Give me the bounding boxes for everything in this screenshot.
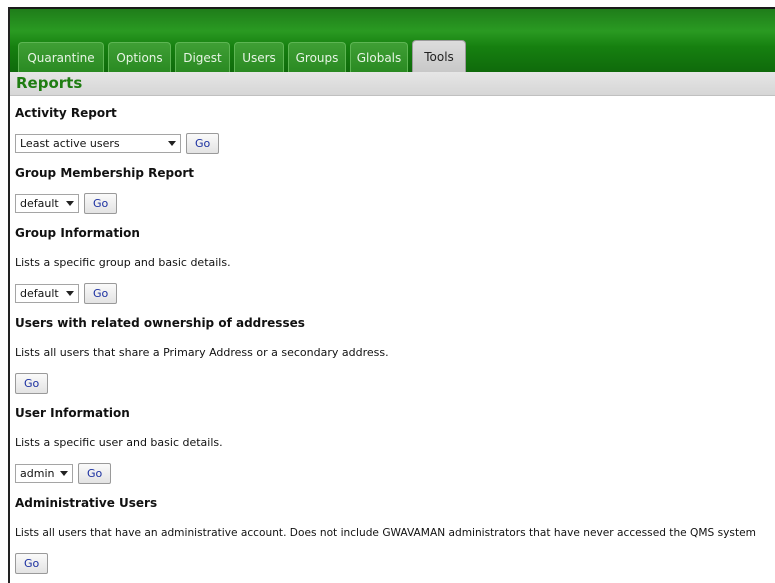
tab-globals[interactable]: Globals (350, 42, 408, 72)
group-information-heading: Group Information (15, 226, 140, 240)
tab-quarantine[interactable]: Quarantine (18, 42, 104, 72)
tab-groups[interactable]: Groups (288, 42, 346, 72)
user-information-controls: admin Go (15, 463, 112, 484)
tab-tools[interactable]: Tools (412, 40, 466, 72)
administrative-users-heading: Administrative Users (15, 496, 158, 510)
group-information-controls: default Go (15, 283, 118, 304)
activity-report-heading: Activity Report (15, 106, 117, 120)
dropdown-arrow-icon (66, 201, 74, 206)
dropdown-arrow-icon (66, 291, 74, 296)
dropdown-arrow-icon (168, 141, 176, 146)
activity-report-controls: Least active users Go (15, 133, 220, 154)
administrative-users-controls: Go (15, 553, 49, 574)
group-information-select[interactable]: default (15, 284, 79, 303)
window-top-edge (0, 0, 775, 7)
tab-digest[interactable]: Digest (175, 42, 230, 72)
user-information-select-value: admin (20, 467, 55, 480)
activity-report-select[interactable]: Least active users (15, 134, 181, 153)
tab-options[interactable]: Options (108, 42, 171, 72)
group-membership-select[interactable]: default (15, 194, 79, 213)
dropdown-arrow-icon (60, 471, 69, 476)
section-title: Reports (16, 74, 83, 92)
group-membership-heading: Group Membership Report (15, 166, 194, 180)
group-membership-select-value: default (20, 197, 59, 210)
user-information-heading: User Information (15, 406, 130, 420)
user-information-description: Lists a specific user and basic details. (15, 436, 223, 449)
section-header-bar: Reports (10, 72, 775, 96)
user-information-go-button[interactable]: Go (78, 463, 112, 484)
group-information-select-value: default (20, 287, 59, 300)
related-ownership-description: Lists all users that share a Primary Add… (15, 346, 389, 359)
activity-report-go-button[interactable]: Go (186, 133, 220, 154)
administrative-users-description: Lists all users that have an administrat… (15, 527, 756, 539)
related-ownership-go-button[interactable]: Go (15, 373, 49, 394)
group-membership-controls: default Go (15, 193, 118, 214)
related-ownership-heading: Users with related ownership of addresse… (15, 316, 305, 330)
group-information-go-button[interactable]: Go (84, 283, 118, 304)
activity-report-select-value: Least active users (20, 137, 120, 150)
user-information-select[interactable]: admin (15, 464, 73, 483)
tab-users[interactable]: Users (234, 42, 284, 72)
group-membership-go-button[interactable]: Go (84, 193, 118, 214)
group-information-description: Lists a specific group and basic details… (15, 256, 231, 269)
main-tab-bar: Quarantine Options Digest Users Groups G… (18, 40, 470, 72)
administrative-users-go-button[interactable]: Go (15, 553, 49, 574)
related-ownership-controls: Go (15, 373, 49, 394)
